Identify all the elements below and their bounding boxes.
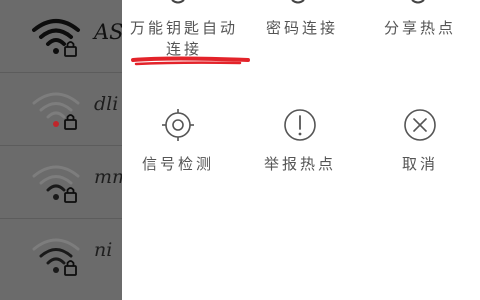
sheet-top-icon-remnants [171,0,425,4]
share-hotspot-button[interactable]: 分享热点 [372,18,468,39]
wifi-list-item[interactable]: ni [0,219,122,291]
wifi-weak-locked-icon [32,92,80,130]
red-underline-annotation [131,56,250,66]
auto-connect-label: 万能钥匙自动 [129,19,238,37]
wifi-name: AS [94,20,124,44]
share-hotspot-label: 分享热点 [383,19,456,37]
signal-check-label: 信号检测 [141,155,214,173]
wifi-weak-locked-icon [32,165,80,203]
wifi-medium-locked-icon [32,238,80,276]
signal-check-button[interactable]: 信号检测 [130,108,226,175]
target-icon [162,109,194,141]
report-hotspot-label: 举报热点 [263,155,336,173]
wifi-name: ni [94,239,113,261]
wifi-name: dli [94,93,119,115]
close-circle-icon [404,109,436,141]
password-connect-label: 密码连接 [265,19,338,37]
exclamation-circle-icon [284,109,316,141]
wifi-locked-icon [32,19,80,57]
wifi-list-item[interactable]: AS [0,0,124,73]
report-hotspot-button[interactable]: 举报热点 [252,108,348,175]
password-connect-button[interactable]: 密码连接 [254,18,350,39]
wifi-list-item[interactable]: mm [0,146,130,219]
wifi-list-overlay: AS dli mm ni [0,0,130,300]
cancel-label: 取消 [401,155,438,173]
cancel-button[interactable]: 取消 [372,108,468,175]
wifi-list-item[interactable]: dli [0,73,122,146]
